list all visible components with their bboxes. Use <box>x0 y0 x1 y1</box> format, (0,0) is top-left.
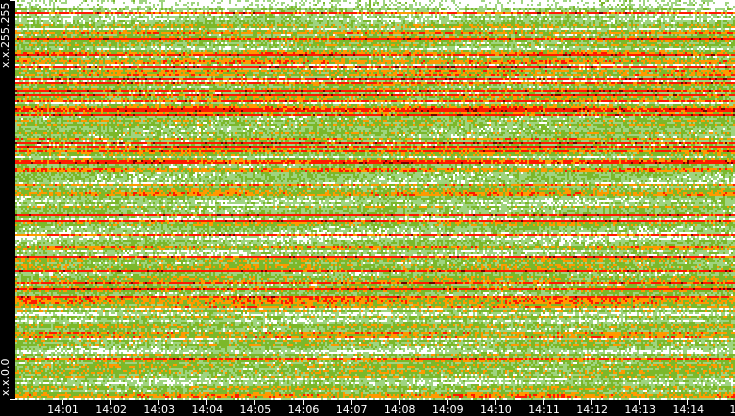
x-tick-label: 14:08 <box>383 403 416 416</box>
x-tick-label: 14:09 <box>431 403 464 416</box>
x-tick-label: 14:11 <box>528 403 560 416</box>
x-tick-label: 14 <box>729 403 735 416</box>
x-tick-label: 14:14 <box>672 403 705 416</box>
y-tick-bottom <box>10 399 15 400</box>
x-tick-label: 14:06 <box>287 403 320 416</box>
x-tick-label: 14:05 <box>239 403 272 416</box>
y-label-top: x.x.255.255 <box>0 2 12 68</box>
x-tick-label: 14:07 <box>335 403 368 416</box>
x-tick-label: 14:01 <box>47 403 79 416</box>
x-tick-label: 14:13 <box>624 403 657 416</box>
x-tick-label: 14:04 <box>191 403 224 416</box>
x-tick-label: 14:03 <box>143 403 176 416</box>
y-tick-top <box>10 0 15 1</box>
heatmap-canvas <box>15 0 735 400</box>
x-tick-label: 14:12 <box>576 403 608 416</box>
x-tick-label: 14:02 <box>95 403 127 416</box>
x-tick-label: 14:10 <box>480 403 512 416</box>
y-label-bottom: x.x.0.0 <box>0 358 12 396</box>
